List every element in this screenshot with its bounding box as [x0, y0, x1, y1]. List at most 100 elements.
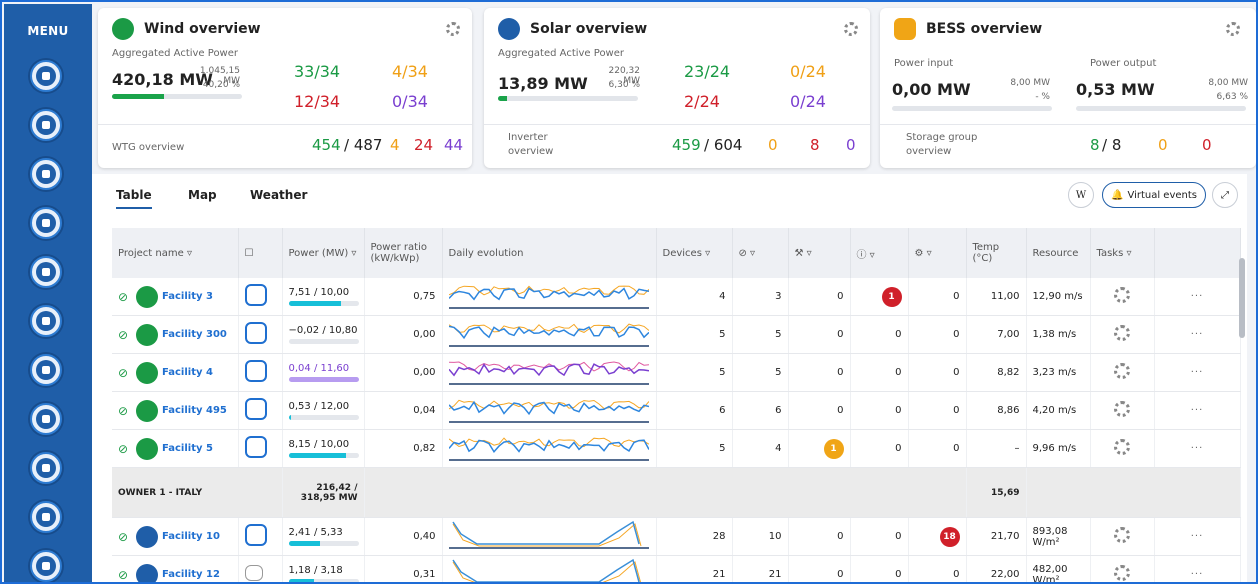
pie-icon[interactable] [30, 452, 62, 484]
resource: 1,38 m/s [1026, 315, 1091, 354]
daily-evolution-sparkline [451, 558, 641, 582]
alert-badge[interactable]: 1 [823, 438, 844, 459]
gear-icon[interactable] [446, 22, 460, 36]
gear-icon[interactable] [844, 22, 858, 36]
storage-overview-label-2[interactable]: overview [906, 146, 951, 157]
tasks-icon[interactable] [1114, 527, 1130, 543]
comments-icon[interactable] [244, 436, 267, 458]
comments-icon[interactable] [244, 565, 263, 581]
facility-table: Project name ▿ ☐ Power (MW) ▿ Power rati… [112, 228, 1241, 582]
menu-title: MENU [27, 24, 69, 38]
alarm-count: 0 [850, 391, 909, 430]
col-project[interactable]: Project name ▿ [112, 228, 239, 278]
daily-evolution-sparkline [447, 399, 649, 423]
table-row[interactable]: ⊘ Facility 5 8,15 / 10,00 0,82 5 4 1 0 0 … [112, 429, 1241, 468]
temperature: 8,86 [966, 391, 1027, 430]
list-icon[interactable] [30, 109, 62, 141]
more-options-icon[interactable]: ··· [1191, 443, 1204, 454]
bulb-icon[interactable] [30, 354, 62, 386]
table-row[interactable]: ⊘ Facility 3 7,51 / 10,00 0,75 4 3 0 1 0 … [112, 278, 1241, 316]
comments-icon[interactable] [244, 398, 267, 420]
table-row[interactable]: ⊘ Facility 4 0,04 / 11,60 0,00 5 5 0 0 0 … [112, 353, 1241, 392]
list-icon-glyph [36, 115, 56, 135]
more-options-icon[interactable]: ··· [1191, 531, 1204, 542]
col-alarm[interactable]: ⓘ ▿ [850, 228, 909, 278]
tasks-icon[interactable] [1114, 325, 1130, 341]
checklist-icon[interactable] [30, 501, 62, 533]
inverter-overview-label-2[interactable]: overview [508, 146, 553, 157]
col-tasks[interactable]: Tasks ▿ [1090, 228, 1155, 278]
expand-button[interactable]: ⤢ [1212, 182, 1238, 208]
facility-name[interactable]: Facility 5 [162, 443, 213, 454]
team-icon[interactable] [30, 305, 62, 337]
col-ratio[interactable]: Power ratio (kW/kWp) [364, 228, 443, 278]
storage-ok: 8 [1090, 136, 1100, 154]
col-devices[interactable]: Devices ▿ [656, 228, 733, 278]
comments-icon[interactable] [244, 360, 267, 382]
group-temp: 15,69 [966, 467, 1027, 518]
resource: 893,08 W/m² [1026, 517, 1091, 556]
comments-icon[interactable] [244, 524, 267, 546]
tab-weather[interactable]: Weather [250, 188, 307, 202]
table-row[interactable]: ⊘ Facility 10 2,41 / 5,33 0,40 28 10 0 0 … [112, 517, 1241, 556]
table-row[interactable]: ⊘ Facility 495 0,53 / 12,00 0,04 6 6 0 0 … [112, 391, 1241, 430]
comments-icon[interactable] [244, 284, 267, 306]
facility-name[interactable]: Facility 495 [162, 405, 227, 416]
facility-name[interactable]: Facility 12 [162, 569, 220, 580]
gear-icon[interactable] [1226, 22, 1240, 36]
wind-turbine-icon [136, 437, 158, 460]
temperature: – [966, 429, 1027, 468]
table-row[interactable]: ⊘ Facility 12 1,18 / 3,18 0,31 21 21 0 0 … [112, 555, 1241, 582]
w-button[interactable]: W [1068, 182, 1094, 208]
home-icon[interactable] [30, 60, 62, 92]
devices-count: 5 [656, 353, 733, 392]
more-options-icon[interactable]: ··· [1191, 329, 1204, 340]
facility-table-panel: Table Map Weather W 🔔 Virtual events ⤢ Pr… [92, 174, 1247, 582]
facility-name[interactable]: Facility 3 [162, 291, 213, 302]
clock-icon-glyph [36, 213, 56, 233]
resource: 3,23 m/s [1026, 353, 1091, 392]
group-row[interactable]: OWNER 1 - ITALY 216,42 / 318,95 MW 15,69 [112, 467, 1241, 518]
report-icon[interactable] [30, 256, 62, 288]
col-chat[interactable]: ☐ [238, 228, 283, 278]
more-options-icon[interactable]: ··· [1191, 367, 1204, 378]
col-ok[interactable]: ⊘ ▿ [732, 228, 789, 278]
tab-table[interactable]: Table [116, 188, 152, 209]
temperature: 22,00 [966, 555, 1027, 582]
tasks-icon[interactable] [1114, 287, 1130, 303]
virtual-events-label: Virtual events [1127, 189, 1197, 201]
tasks-icon[interactable] [1114, 401, 1130, 417]
scrollbar[interactable] [1239, 258, 1245, 338]
more-options-icon[interactable]: ··· [1191, 291, 1204, 302]
power-ratio: 0,00 [364, 353, 443, 392]
maint-count: 0 [788, 517, 851, 556]
tasks-icon[interactable] [1114, 565, 1130, 581]
inverter-overview-label[interactable]: Inverter [508, 132, 548, 143]
facility-name[interactable]: Facility 4 [162, 367, 213, 378]
facility-name[interactable]: Facility 300 [162, 329, 227, 340]
temperature: 21,70 [966, 517, 1027, 556]
tasks-icon[interactable] [1114, 439, 1130, 455]
more-options-icon[interactable]: ··· [1191, 405, 1204, 416]
virtual-events-button[interactable]: 🔔 Virtual events [1102, 182, 1206, 208]
clock-icon[interactable] [30, 207, 62, 239]
more-options-icon[interactable]: ··· [1191, 569, 1204, 580]
alert-badge[interactable]: 18 [939, 526, 960, 547]
storage-overview-label[interactable]: Storage group [906, 132, 977, 143]
alert-badge[interactable]: 1 [881, 286, 902, 307]
link-icon: ⊘ [118, 529, 129, 544]
wtg-overview-label[interactable]: WTG overview [112, 142, 184, 153]
stats-icon[interactable] [30, 403, 62, 435]
tasks-icon[interactable] [1114, 363, 1130, 379]
col-other[interactable]: ⚙ ▿ [908, 228, 967, 278]
tab-map[interactable]: Map [188, 188, 217, 202]
col-power[interactable]: Power (MW) ▿ [282, 228, 365, 278]
facility-name[interactable]: Facility 10 [162, 531, 220, 542]
maint-count: 0 [788, 555, 851, 582]
table-row[interactable]: ⊘ Facility 300 −0,02 / 10,80 0,00 5 5 0 0… [112, 315, 1241, 354]
col-maint[interactable]: ⚒ ▿ [788, 228, 851, 278]
dashboard-icon-glyph [36, 164, 56, 184]
dashboard-icon[interactable] [30, 158, 62, 190]
comments-icon[interactable] [244, 322, 267, 344]
document-icon[interactable] [30, 550, 62, 582]
